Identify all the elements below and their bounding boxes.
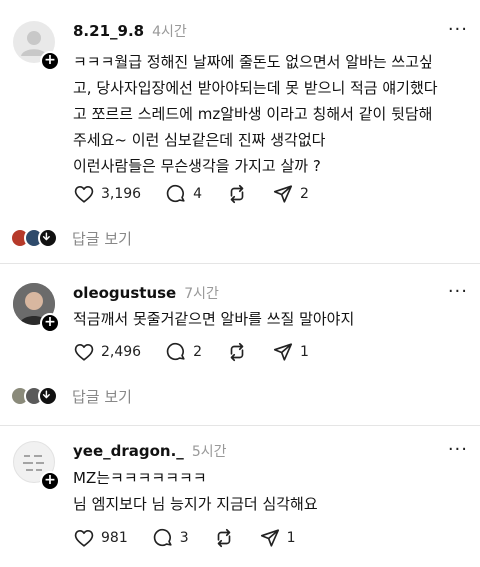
like-count: 2,496 [101, 344, 142, 360]
post-text-line: 적금깨서 못줄거같으면 알바를 쓰질 말아야지 [73, 310, 355, 328]
like-count: 3,196 [101, 186, 142, 202]
share-button[interactable]: 1 [259, 527, 296, 549]
heart-icon [74, 344, 94, 361]
like-button[interactable]: 2,496 [73, 341, 141, 363]
arrow-down-icon [42, 390, 50, 399]
send-icon [273, 343, 293, 361]
view-replies-label[interactable]: 답글 보기 [72, 386, 132, 407]
view-replies[interactable]: 답글 보기 [0, 224, 480, 252]
share-button[interactable]: 1 [272, 341, 309, 363]
comment-button[interactable]: 2 [165, 341, 202, 363]
comment-bubble-icon [166, 342, 185, 361]
post-text-line: 주세요~ 이런 심보같은데 진짜 생각없다 [73, 131, 326, 149]
username-text[interactable]: yee_dragon._ [73, 442, 184, 460]
repost-button[interactable] [226, 183, 248, 205]
comment-count: 2 [193, 344, 203, 360]
more-dots-icon[interactable]: ··· [448, 19, 468, 40]
timestamp: 5시간 [191, 444, 227, 460]
post-text-line: 고, 당사자입장에선 받아야되는데 못 받으니 적금 얘기했다 [73, 79, 438, 97]
repost-icon [217, 528, 230, 548]
timestamp: 4시간 [152, 24, 187, 40]
replier-avatar-3 [38, 228, 58, 248]
action-bar: 981 3 1 [73, 527, 320, 549]
divider [0, 263, 480, 264]
comment-bubble-icon [166, 184, 185, 203]
follow-plus-icon[interactable]: + [40, 313, 60, 333]
username[interactable]: 8.21_9.8 4시간 [73, 21, 187, 41]
view-replies-label[interactable]: 답글 보기 [72, 228, 132, 249]
share-count: 1 [300, 344, 309, 360]
comment-button[interactable]: 4 [165, 183, 202, 205]
comment-count: 4 [193, 186, 203, 202]
share-count: 1 [286, 530, 296, 546]
post-text-line: 이런사람들은 무슨생각을 가지고 살까 ? [73, 157, 321, 175]
share-button[interactable]: 2 [272, 183, 309, 205]
more-dots-icon[interactable]: ··· [448, 439, 468, 460]
repost-icon [230, 342, 244, 362]
repost-button[interactable] [226, 341, 248, 363]
post-text-line: MZ는ㅋㅋㅋㅋㅋㅋㅋ [73, 469, 207, 487]
more-dots-icon[interactable]: ··· [448, 281, 468, 302]
heart-icon [74, 186, 94, 203]
comment-count: 3 [179, 530, 189, 546]
like-button[interactable]: 981 [73, 527, 128, 549]
post-text-line: 님 엠지보다 님 능지가 지금더 심각해요 [73, 495, 318, 513]
post-text-line: 고 쪼르르 스레드에 mz알바생 이라고 칭해서 같이 뒷담해 [73, 105, 433, 123]
repost-button[interactable] [213, 527, 235, 549]
share-count: 2 [300, 186, 309, 202]
send-icon [273, 185, 293, 203]
username[interactable]: oleogustuse 7시간 [73, 283, 219, 303]
heart-icon [74, 530, 94, 547]
username-text[interactable]: oleogustuse [73, 284, 176, 302]
divider [0, 425, 480, 426]
action-bar: 2,496 2 1 [73, 341, 333, 363]
post-text-line: ㅋㅋㅋ월급 정해진 날짜에 줄돈도 없으면서 알바는 쓰고싶 [73, 53, 433, 71]
like-count: 981 [101, 530, 128, 546]
comment-button[interactable]: 3 [152, 527, 189, 549]
send-icon [260, 529, 279, 547]
follow-plus-icon[interactable]: + [40, 51, 60, 71]
replier-avatar-3 [38, 386, 58, 406]
comment-bubble-icon [153, 528, 172, 547]
arrow-down-icon [42, 232, 50, 241]
like-button[interactable]: 3,196 [73, 183, 141, 205]
username-text[interactable]: 8.21_9.8 [73, 22, 144, 40]
repost-icon [230, 184, 244, 204]
timestamp: 7시간 [184, 286, 219, 302]
view-replies[interactable]: 답글 보기 [0, 382, 480, 410]
username[interactable]: yee_dragon._ 5시간 [73, 441, 226, 461]
action-bar: 3,196 4 2 [73, 183, 333, 205]
follow-plus-icon[interactable]: + [40, 471, 60, 491]
